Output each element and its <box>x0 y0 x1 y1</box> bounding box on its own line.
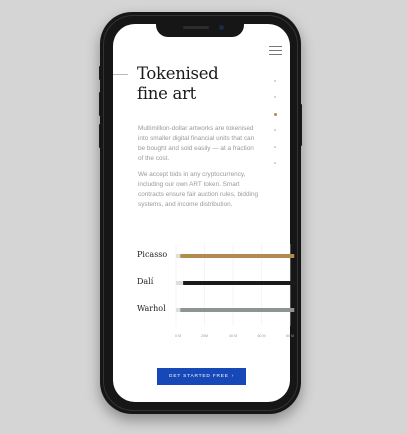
category-label: Picasso <box>137 250 168 259</box>
bar-dal-value <box>183 281 298 285</box>
chevron-right-icon: › <box>231 374 235 379</box>
x-tick-label: 0 M <box>175 334 181 338</box>
x-tick-label: 60 M <box>257 334 266 338</box>
bar-picasso-value <box>180 254 295 258</box>
x-tick-label: 40 M <box>229 334 237 338</box>
category-label: Warhol <box>137 304 166 313</box>
bar-picasso-base <box>176 254 181 258</box>
bar-warhol-value <box>180 308 295 312</box>
x-tick-label: 20M <box>201 334 208 338</box>
get-started-button[interactable]: GET STARTED FREE › <box>157 368 246 385</box>
category-label: Dalí <box>137 277 154 286</box>
x-tick-label: 80 M <box>286 334 294 338</box>
bar-warhol-base <box>176 308 181 312</box>
get-started-label: GET STARTED FREE <box>168 374 229 379</box>
bar-dal-base <box>176 281 184 285</box>
